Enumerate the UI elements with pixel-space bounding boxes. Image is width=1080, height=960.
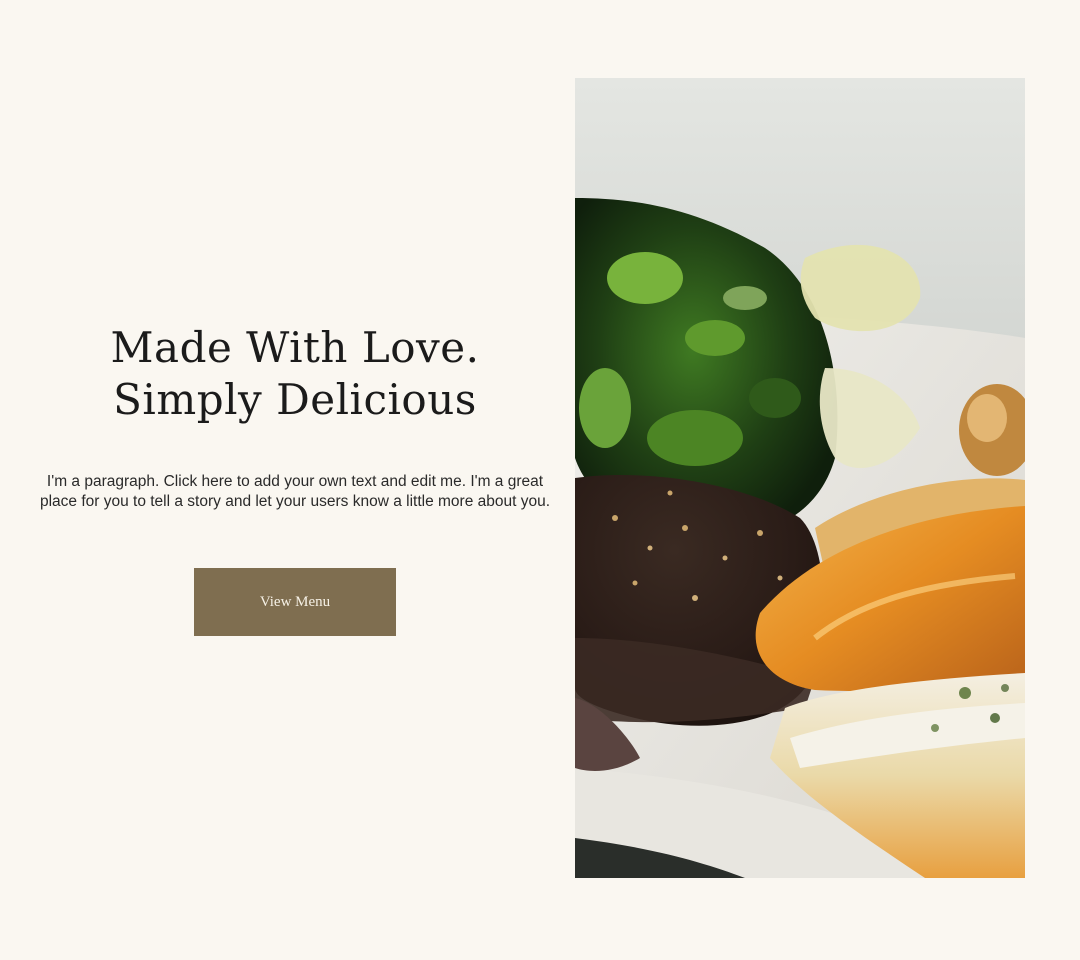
hero-headline: Made With Love. Simply Delicious — [110, 323, 480, 424]
hero-text-block: Made With Love. Simply Delicious I'm a p… — [30, 322, 560, 511]
steak-salad-bread-illustration — [575, 78, 1025, 878]
food-photo — [575, 78, 1025, 878]
hero-paragraph: I'm a paragraph. Click here to add your … — [39, 473, 551, 510]
view-menu-button[interactable]: View Menu — [194, 568, 396, 636]
